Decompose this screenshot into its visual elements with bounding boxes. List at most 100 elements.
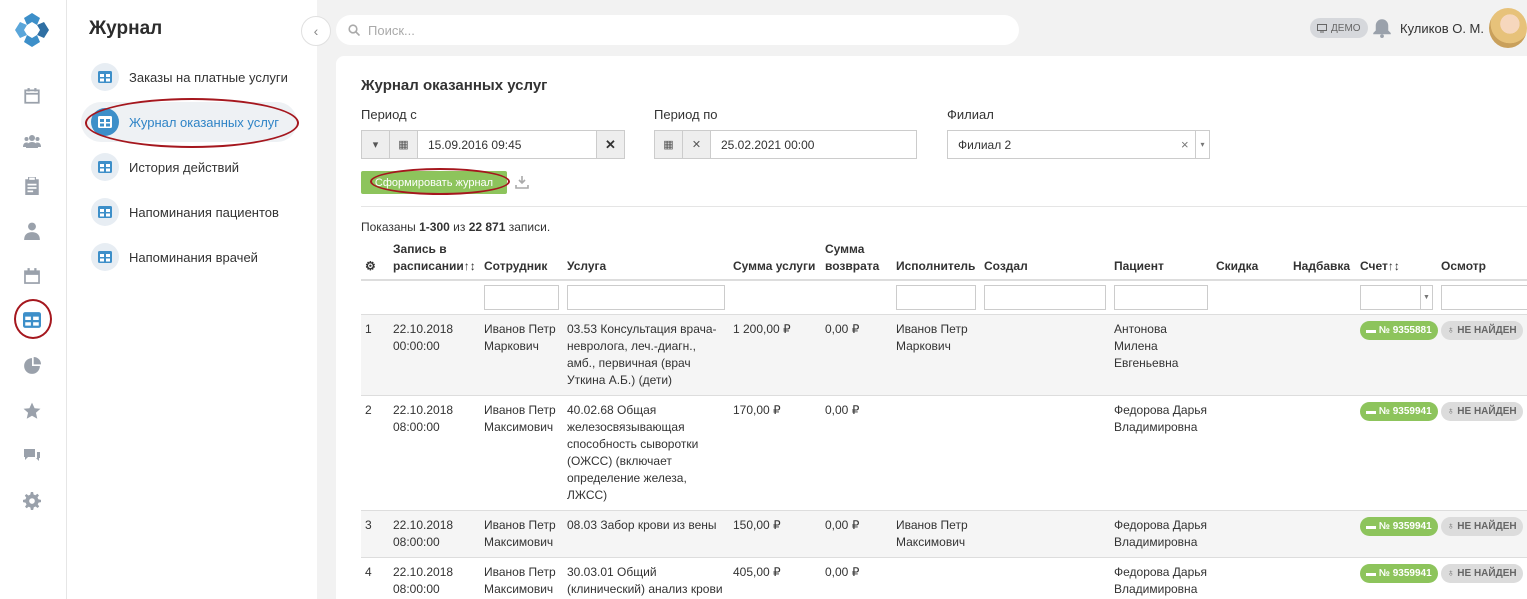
- avatar[interactable]: [1489, 8, 1527, 48]
- exam-badge[interactable]: ♁ НЕ НАЙДЕН: [1441, 564, 1523, 583]
- stats-icon[interactable]: [20, 354, 44, 378]
- record-time: 08:00:00: [393, 420, 440, 434]
- record-time: 08:00:00: [393, 535, 440, 549]
- card-icon: ▬: [1366, 406, 1379, 417]
- invoice-badge[interactable]: ▬ № 9359941: [1360, 564, 1438, 583]
- branch-select[interactable]: Филиал 2 × ▾: [947, 130, 1210, 159]
- created-filter[interactable]: [984, 285, 1106, 310]
- chat-icon[interactable]: [20, 444, 44, 468]
- patient-filter[interactable]: [1114, 285, 1208, 310]
- submenu-item-patient-reminders[interactable]: Напоминания пациентов: [81, 192, 297, 232]
- user-name[interactable]: Куликов О. М.: [1400, 21, 1484, 36]
- count-suffix: записи.: [505, 220, 551, 234]
- executor-cell: Иванов Петр Максимович: [892, 510, 980, 558]
- doctor-icon[interactable]: [20, 219, 44, 243]
- period-to-input[interactable]: 25.02.2021 00:00: [711, 131, 916, 158]
- discount-cell: [1212, 395, 1289, 511]
- caret-down-icon[interactable]: ▾: [1195, 131, 1209, 158]
- submenu-title: Журнал: [89, 18, 163, 39]
- service-filter[interactable]: [567, 285, 725, 310]
- invoice-number: № 9359941: [1378, 568, 1432, 579]
- clipboard-icon[interactable]: [20, 174, 44, 198]
- exam-badge[interactable]: ♁ НЕ НАЙДЕН: [1441, 517, 1523, 536]
- gears-icon[interactable]: ⚙: [365, 259, 376, 273]
- employee-cell: Иванов Петр Максимович: [480, 510, 563, 558]
- record-date: 22.10.2018: [393, 565, 454, 579]
- col-record[interactable]: Запись в расписании↑↕: [389, 237, 480, 281]
- record-date: 22.10.2018: [393, 403, 454, 417]
- download-icon[interactable]: [515, 175, 529, 189]
- highlight-ellipse: [85, 98, 299, 148]
- submenu-item-paid-orders[interactable]: Заказы на платные услуги: [81, 57, 297, 97]
- exam-filter[interactable]: [1441, 285, 1527, 310]
- row-number: 3: [361, 510, 389, 558]
- submenu-item-label: Заказы на платные услуги: [129, 69, 288, 85]
- table-row[interactable]: 2 22.10.2018 08:00:00 Иванов Петр Максимо…: [361, 395, 1527, 511]
- clear-icon[interactable]: ✕: [596, 131, 624, 158]
- exam-badge[interactable]: ♁ НЕ НАЙДЕН: [1441, 402, 1523, 421]
- clear-icon[interactable]: ✕: [683, 131, 711, 158]
- search-bar[interactable]: [336, 15, 1019, 45]
- app-logo-icon[interactable]: [13, 11, 51, 49]
- card-icon: ▬: [1366, 568, 1379, 579]
- search-input[interactable]: [368, 22, 968, 38]
- clear-icon[interactable]: ×: [1181, 137, 1195, 152]
- discount-cell: [1212, 314, 1289, 396]
- columns-settings[interactable]: ⚙: [361, 237, 389, 281]
- col-surcharge: Надбавка: [1289, 237, 1356, 281]
- invoice-badge[interactable]: ▬ № 9359941: [1360, 517, 1438, 536]
- refund-cell: 0,00 ₽: [821, 395, 892, 511]
- employee-filter[interactable]: [484, 285, 559, 310]
- star-icon[interactable]: [20, 399, 44, 423]
- surcharge-cell: [1289, 557, 1356, 599]
- calendar-icon[interactable]: ▦: [655, 131, 683, 158]
- amount-cell: 170,00 ₽: [729, 395, 821, 511]
- patient-cell: Федорова Дарья Владимировна: [1110, 395, 1212, 511]
- calendar-icon[interactable]: [20, 84, 44, 108]
- exam-status: НЕ НАЙДЕН: [1457, 521, 1517, 532]
- invoice-cell: ▬ № 9359941: [1356, 557, 1438, 599]
- submenu-item-label: Напоминания пациентов: [129, 204, 279, 220]
- col-executor: Исполнитель: [892, 237, 980, 281]
- exam-cell: ♁ НЕ НАЙДЕН: [1437, 557, 1527, 599]
- card-icon: ▬: [1366, 325, 1379, 336]
- table-row[interactable]: 1 22.10.2018 00:00:00 Иванов Петр Маркови…: [361, 314, 1527, 396]
- journal-icon[interactable]: [20, 308, 44, 332]
- record-time: 08:00:00: [393, 582, 440, 596]
- exam-cell: ♁ НЕ НАЙДЕН: [1437, 395, 1527, 511]
- discount-cell: [1212, 510, 1289, 558]
- bell-icon[interactable]: [1372, 18, 1392, 38]
- filter-row: ▼: [361, 280, 1527, 315]
- executor-filter[interactable]: [896, 285, 976, 310]
- exam-badge[interactable]: ♁ НЕ НАЙДЕН: [1441, 321, 1523, 340]
- exam-status: НЕ НАЙДЕН: [1457, 568, 1517, 579]
- refund-cell: 0,00 ₽: [821, 314, 892, 396]
- table-icon: [91, 63, 119, 91]
- collapse-submenu-button[interactable]: ‹: [301, 16, 331, 46]
- period-to-label: Период по: [654, 107, 718, 122]
- caret-down-icon[interactable]: ▾: [362, 131, 390, 158]
- patient-cell: Антонова Милена Евгеньевна: [1110, 314, 1212, 396]
- amount-cell: 150,00 ₽: [729, 510, 821, 558]
- period-from-input[interactable]: 15.09.2016 09:45: [418, 131, 596, 158]
- service-cell: 08.03 Забор крови из вены: [563, 510, 729, 558]
- patients-icon[interactable]: [20, 129, 44, 153]
- service-cell: 03.53 Консультация врача-невролога, леч.…: [563, 314, 729, 396]
- employee-cell: Иванов Петр Максимович: [480, 557, 563, 599]
- submenu-item-doctor-reminders[interactable]: Напоминания врачей: [81, 237, 297, 277]
- period-from-field: ▾ ▦ 15.09.2016 09:45 ✕: [361, 130, 625, 159]
- settings-icon[interactable]: [20, 489, 44, 513]
- table-row[interactable]: 3 22.10.2018 08:00:00 Иванов Петр Максимо…: [361, 510, 1527, 558]
- table-row[interactable]: 4 22.10.2018 08:00:00 Иванов Петр Максимо…: [361, 557, 1527, 599]
- calendar-icon[interactable]: ▦: [390, 131, 418, 158]
- count-prefix: Показаны: [361, 220, 420, 234]
- amount-cell: 1 200,00 ₽: [729, 314, 821, 396]
- branch-label: Филиал: [947, 107, 994, 122]
- submenu-item-action-history[interactable]: История действий: [81, 147, 297, 187]
- invoice-badge[interactable]: ▬ № 9355881: [1360, 321, 1438, 340]
- invoice-badge[interactable]: ▬ № 9359941: [1360, 402, 1438, 421]
- invoice-filter[interactable]: ▼: [1360, 285, 1433, 310]
- schedule-icon[interactable]: [20, 264, 44, 288]
- icon-rail: [0, 0, 67, 599]
- col-invoice[interactable]: Счет↑↕: [1356, 237, 1437, 281]
